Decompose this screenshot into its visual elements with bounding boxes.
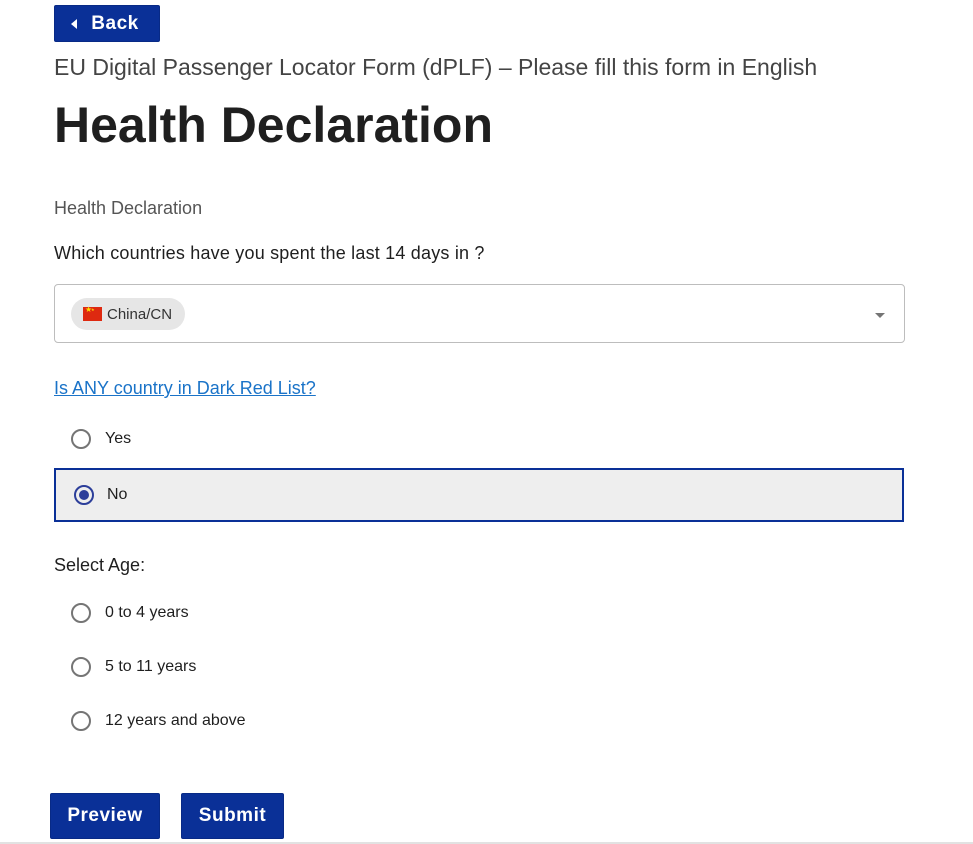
back-button-label: Back [91, 12, 139, 34]
radio-circle[interactable] [71, 429, 91, 449]
countries-select[interactable]: ★ ★ China/CN [54, 284, 905, 343]
flag-china-icon: ★ ★ [83, 306, 102, 321]
page-title: Health Declaration [54, 97, 494, 153]
submit-button[interactable]: Submit [181, 793, 284, 839]
chevron-down-icon[interactable] [875, 313, 885, 318]
caret-left-icon [71, 18, 78, 29]
countries-question: Which countries have you spent the last … [54, 243, 485, 263]
radio-label: No [107, 486, 128, 503]
back-button[interactable]: Back [54, 5, 160, 42]
form-subtitle: EU Digital Passenger Locator Form (dPLF)… [54, 54, 818, 80]
radio-label: Yes [105, 430, 132, 447]
radio-dark-red-yes[interactable]: Yes [54, 427, 904, 451]
section-label: Health Declaration [54, 198, 203, 218]
radio-age-5-11[interactable]: 5 to 11 years [54, 655, 904, 679]
health-declaration-page: Back EU Digital Passenger Locator Form (… [0, 0, 973, 844]
preview-button[interactable]: Preview [50, 793, 160, 839]
radio-label: 12 years and above [105, 712, 246, 729]
radio-label: 5 to 11 years [105, 658, 197, 675]
country-chip[interactable]: ★ ★ China/CN [71, 298, 186, 330]
radio-age-0-4[interactable]: 0 to 4 years [54, 601, 904, 625]
radio-label: 0 to 4 years [105, 604, 189, 621]
radio-circle[interactable] [71, 711, 91, 731]
age-label: Select Age: [54, 555, 146, 575]
radio-circle-selected[interactable] [74, 485, 94, 505]
country-chip-label: China/CN [107, 305, 173, 323]
radio-age-12-plus[interactable]: 12 years and above [54, 709, 904, 733]
radio-circle[interactable] [71, 657, 91, 677]
radio-circle[interactable] [71, 603, 91, 623]
radio-dark-red-no[interactable]: No [54, 468, 904, 522]
dark-red-list-link[interactable]: Is ANY country in Dark Red List? [54, 378, 316, 399]
